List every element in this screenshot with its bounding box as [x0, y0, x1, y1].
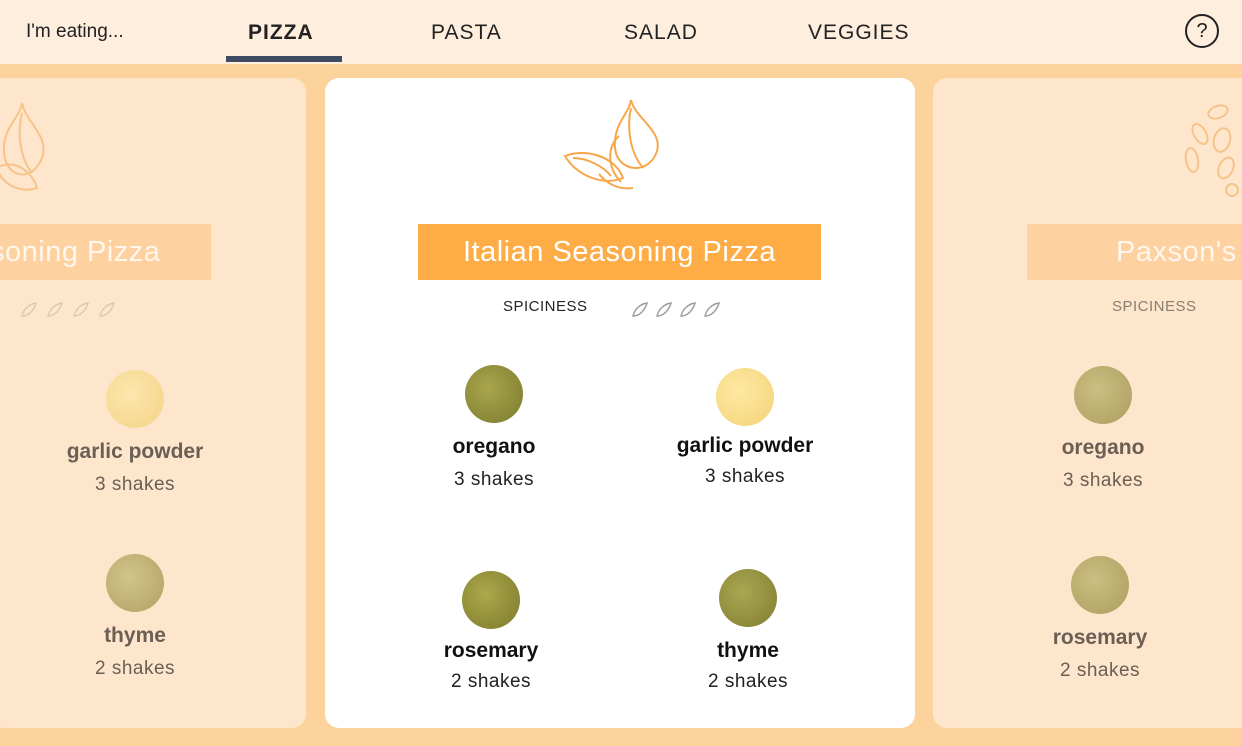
ingredient-quantity: 3 shakes: [94, 474, 176, 495]
ingredient-image: [462, 571, 520, 629]
recipe-title: Paxson's: [1116, 236, 1237, 268]
ingredient-item: oregano 3 shakes: [993, 366, 1213, 492]
recipe-card-current[interactable]: Italian Seasoning Pizza SPICINESS oregan…: [325, 78, 915, 728]
spiciness-label: SPICINESS: [1112, 298, 1197, 315]
ingredient-image: [1071, 556, 1129, 614]
ingredient-name: thyme: [104, 624, 166, 647]
recipe-card-next[interactable]: Paxson's SPICINESS oregano 3 shakes rose…: [933, 78, 1242, 728]
ingredient-quantity: 2 shakes: [450, 671, 532, 692]
ingredient-name: rosemary: [1052, 626, 1148, 649]
ingredient-quantity: 2 shakes: [94, 658, 176, 679]
tab-salad[interactable]: SALAD: [624, 21, 698, 45]
ingredient-name: oregano: [1061, 436, 1145, 459]
ingredient-name: thyme: [717, 639, 779, 662]
ingredient-image: [465, 365, 523, 423]
ingredient-quantity: 2 shakes: [707, 671, 789, 692]
spiciness-rating: [21, 302, 115, 317]
top-nav: I'm eating... PIZZA PASTA SALAD VEGGIES …: [0, 0, 1242, 64]
ingredient-quantity: 3 shakes: [1062, 470, 1144, 491]
ingredient-name: garlic powder: [66, 440, 204, 463]
ingredient-quantity: 3 shakes: [453, 469, 535, 490]
ingredient-item: thyme 2 shakes: [638, 569, 858, 693]
ingredient-item: oregano 3 shakes: [384, 365, 604, 491]
active-tab-indicator: [226, 56, 342, 62]
recipe-card-previous[interactable]: soning Pizza garlic powder 3 shakes thym…: [0, 78, 306, 728]
tab-veggies[interactable]: VEGGIES: [808, 21, 910, 45]
eating-prompt: I'm eating...: [26, 21, 124, 42]
ingredient-quantity: 3 shakes: [704, 466, 786, 487]
garlic-icon: [0, 102, 45, 191]
ingredient-image: [106, 554, 164, 612]
ingredient-item: garlic powder 3 shakes: [635, 368, 855, 488]
seeds-icon: [1184, 104, 1239, 197]
recipe-title: soning Pizza: [0, 236, 161, 268]
garlic-icon: [563, 99, 659, 190]
ingredient-item: garlic powder 3 shakes: [25, 370, 245, 496]
ingredient-item: rosemary 2 shakes: [990, 556, 1210, 682]
help-icon[interactable]: ?: [1185, 14, 1219, 48]
ingredient-quantity: 2 shakes: [1059, 660, 1141, 681]
tab-pasta[interactable]: PASTA: [431, 21, 502, 45]
spiciness-label: SPICINESS: [503, 298, 588, 315]
ingredient-image: [719, 569, 777, 627]
ingredient-item: thyme 2 shakes: [25, 554, 245, 680]
ingredient-name: oregano: [452, 435, 536, 458]
ingredient-name: rosemary: [443, 639, 539, 662]
ingredient-item: rosemary 2 shakes: [381, 571, 601, 693]
ingredient-image: [1074, 366, 1132, 424]
ingredient-image: [106, 370, 164, 428]
spiciness-rating: [632, 302, 720, 317]
card-carousel: soning Pizza garlic powder 3 shakes thym…: [0, 64, 1242, 746]
ingredient-image: [716, 368, 774, 426]
recipe-title: Italian Seasoning Pizza: [463, 236, 776, 268]
ingredient-name: garlic powder: [676, 434, 814, 457]
tab-pizza[interactable]: PIZZA: [248, 21, 314, 45]
